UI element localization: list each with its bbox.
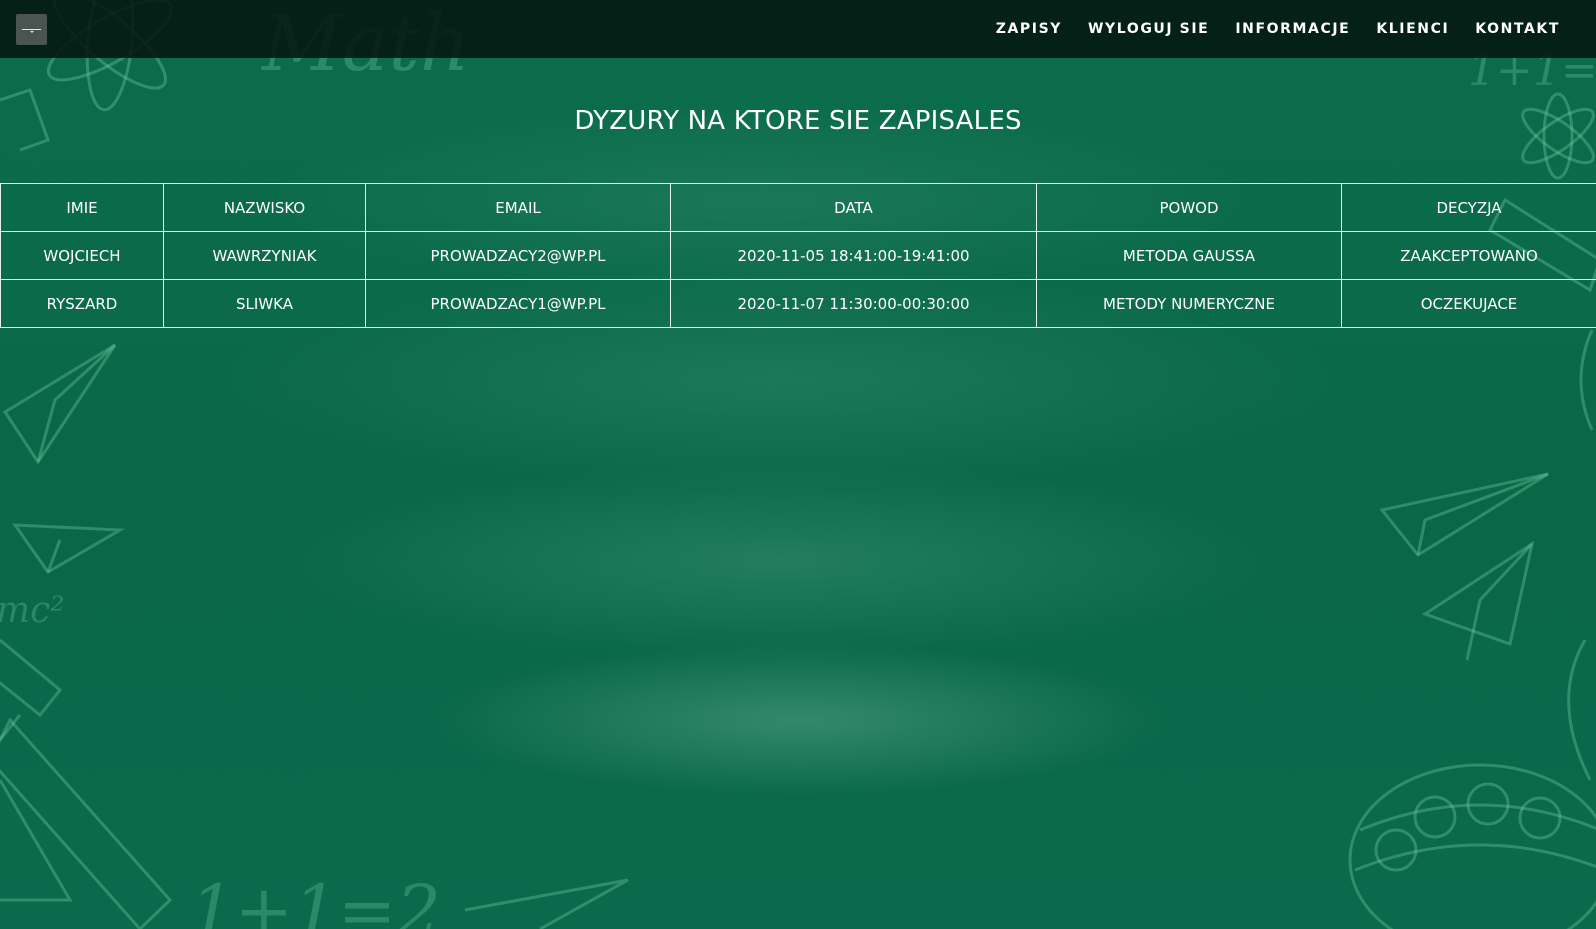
eraser-doodle: [0, 638, 63, 718]
header-nazwisko: NAZWISKO: [163, 183, 366, 232]
cell-powod: METODA GAUSSA: [1036, 231, 1342, 280]
cell-imie: WOJCIECH: [0, 231, 164, 280]
pencil-doodle: [0, 714, 173, 929]
header-email: EMAIL: [365, 183, 671, 232]
paper-plane-doodle-right: [1379, 472, 1549, 557]
paper-plane-doodle-bottom: [464, 878, 629, 929]
cell-decyzja: OCZEKUJACE: [1341, 279, 1596, 328]
table-row: WOJCIECH WAWRZYNIAK PROWADZACY2@WP.PL 20…: [0, 231, 1596, 280]
paper-plane-doodle-right-2: [1421, 540, 1535, 661]
cell-data: 2020-11-07 11:30:00-00:30:00: [670, 279, 1037, 328]
ruler-doodle: [0, 779, 73, 902]
menu-bar-line: [22, 29, 41, 30]
cell-decyzja: ZAAKCEPTOWANO: [1341, 231, 1596, 280]
header-powod: POWOD: [1036, 183, 1342, 232]
duty-table-container: IMIE NAZWISKO EMAIL DATA POWOD DECYZJA W…: [0, 183, 1596, 328]
top-navbar: ZAPISY WYLOGUJ SIE INFORMACJE KLIENCI KO…: [0, 0, 1596, 58]
cell-email: PROWADZACY1@WP.PL: [365, 279, 671, 328]
nav-link-informacje[interactable]: INFORMACJE: [1235, 21, 1350, 37]
cell-powod: METODY NUMERYCZNE: [1036, 279, 1342, 328]
planet-doodle: [1348, 763, 1596, 929]
hamburger-menu-icon[interactable]: [16, 14, 47, 45]
sum-doodle-text: 1+1=2: [190, 870, 441, 929]
header-imie: IMIE: [0, 183, 164, 232]
paper-plane-doodle-small-left: [12, 523, 126, 574]
nav-link-wyloguj[interactable]: WYLOGUJ SIE: [1088, 21, 1209, 37]
nav-link-kontakt[interactable]: KONTAKT: [1475, 21, 1560, 37]
cell-nazwisko: SLIWKA: [163, 279, 366, 328]
nav-link-zapisy[interactable]: ZAPISY: [996, 21, 1062, 37]
header-data: DATA: [670, 183, 1037, 232]
arc-doodle-right: [1567, 329, 1594, 781]
menu-caret-icon: [30, 31, 34, 33]
paper-plane-doodle-left: [2, 343, 117, 465]
table-row: RYSZARD SLIWKA PROWADZACY1@WP.PL 2020-11…: [0, 279, 1596, 328]
cell-nazwisko: WAWRZYNIAK: [163, 231, 366, 280]
cell-email: PROWADZACY2@WP.PL: [365, 231, 671, 280]
duty-table: IMIE NAZWISKO EMAIL DATA POWOD DECYZJA W…: [0, 183, 1596, 328]
cell-imie: RYSZARD: [0, 279, 164, 328]
table-header-row: IMIE NAZWISKO EMAIL DATA POWOD DECYZJA: [0, 183, 1596, 232]
cell-data: 2020-11-05 18:41:00-19:41:00: [670, 231, 1037, 280]
formula-doodle-text: mc²: [0, 590, 65, 631]
nav-links: ZAPISY WYLOGUJ SIE INFORMACJE KLIENCI KO…: [970, 0, 1560, 58]
page-title: DYZURY NA KTORE SIE ZAPISALES: [574, 106, 1022, 136]
header-decyzja: DECYZJA: [1341, 183, 1596, 232]
chalkboard-background: Math 1+1= mc² 1+1=2: [0, 0, 1596, 929]
nav-link-klienci[interactable]: KLIENCI: [1376, 21, 1449, 37]
